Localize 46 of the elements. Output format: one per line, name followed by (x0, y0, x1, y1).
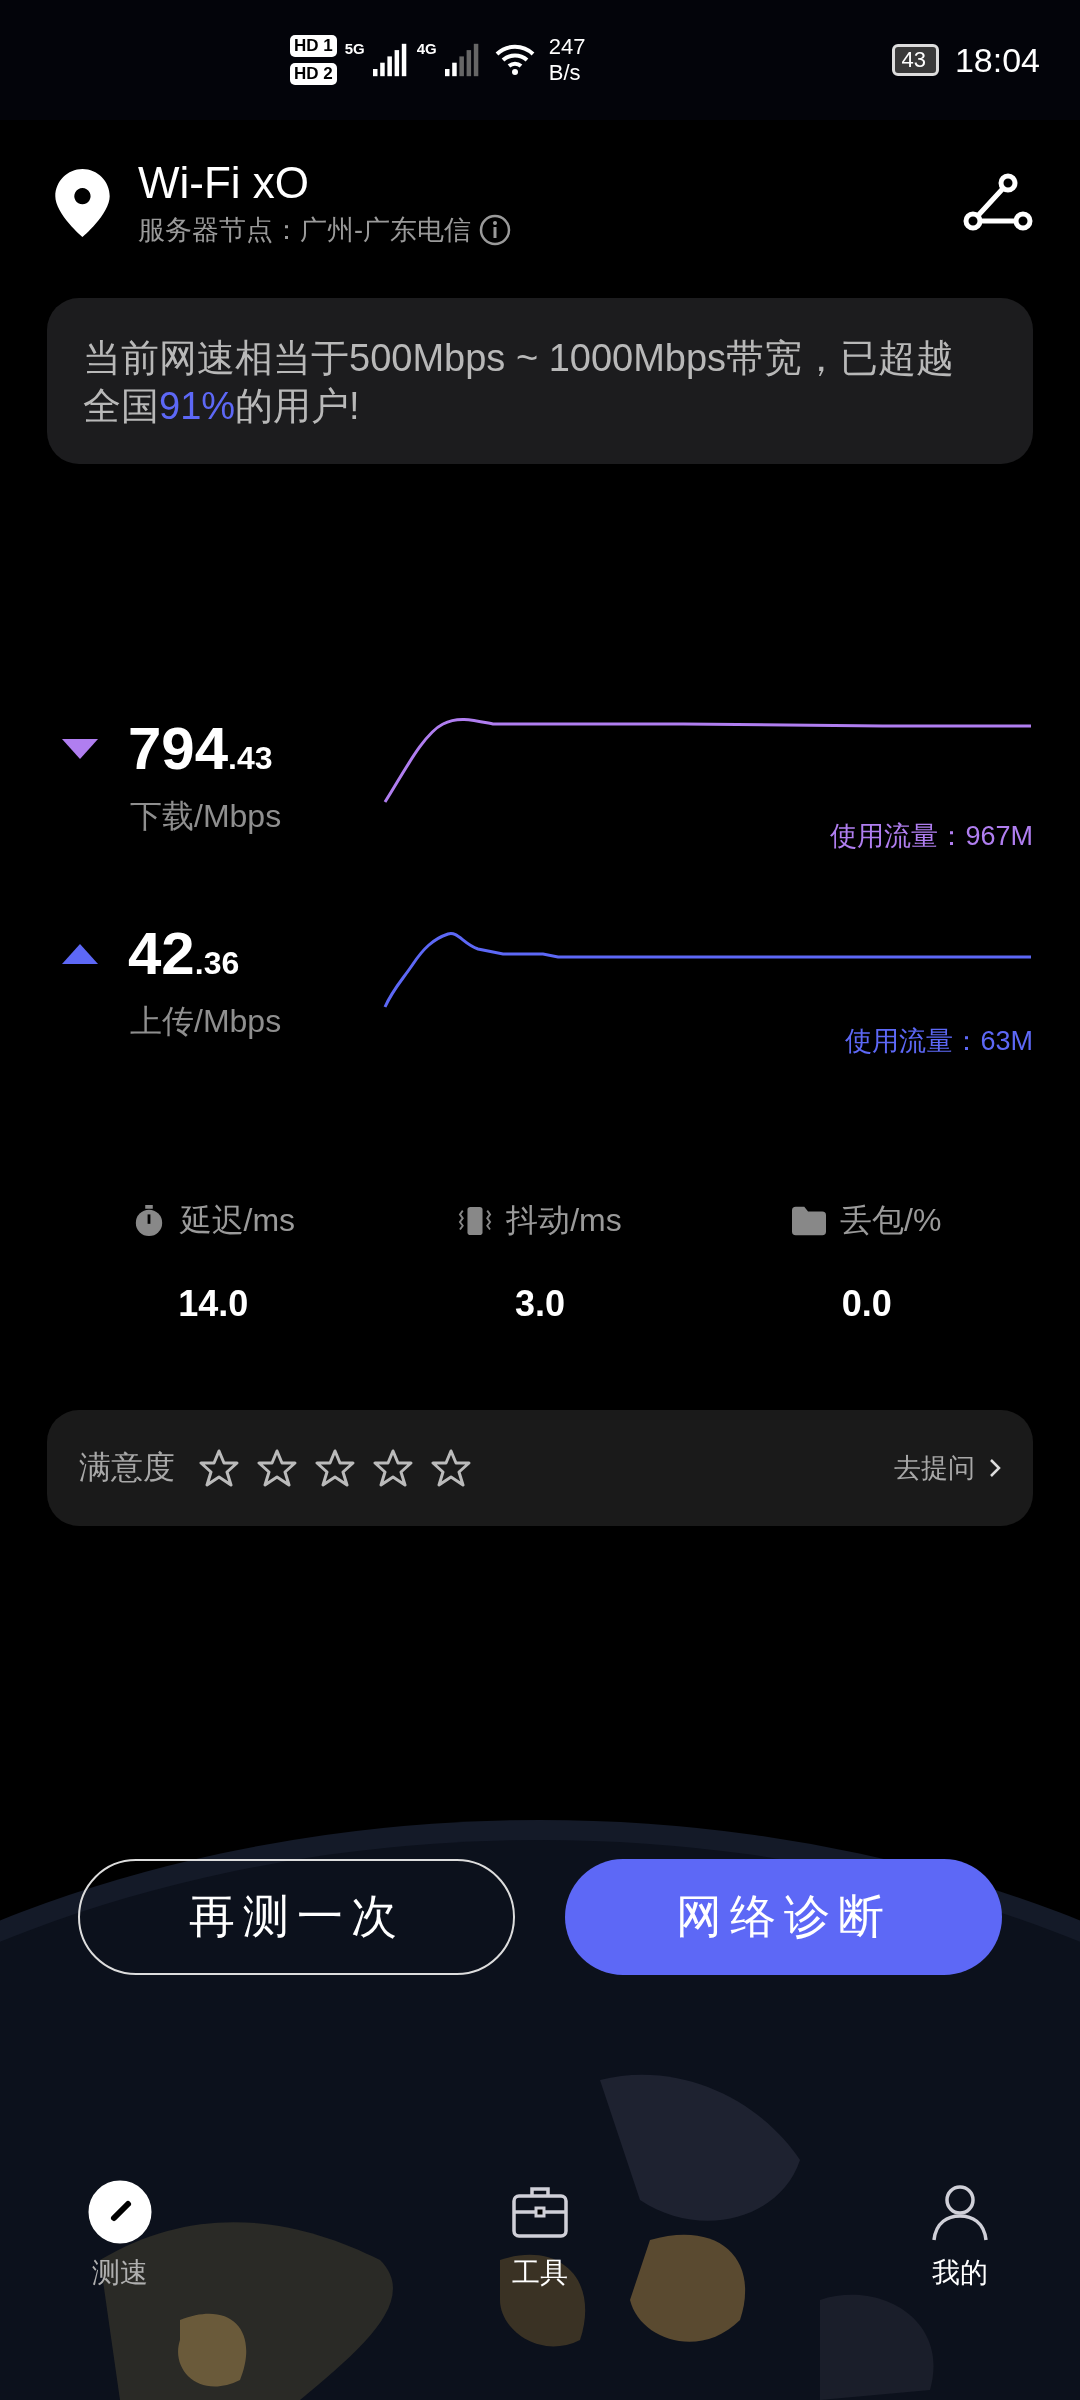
rating-label: 满意度 (79, 1448, 175, 1487)
metric-value: 3.0 (514, 1283, 565, 1325)
network-label: 5G (344, 40, 365, 57)
sim-badge: HD 2 (290, 63, 337, 85)
chevron-icon (989, 1458, 1001, 1478)
star-icon[interactable] (431, 1449, 471, 1487)
metric-value: 0.0 (841, 1283, 892, 1325)
speed-value: 42.36 (128, 919, 240, 988)
sim-badge: HD 1 (290, 35, 337, 57)
server-label: 服务器节点：广州-广东电信 (138, 214, 471, 247)
star-icon[interactable] (199, 1449, 239, 1487)
wifi-icon (494, 44, 535, 76)
network-speed: 247 (548, 34, 586, 60)
star-rating[interactable] (199, 1449, 471, 1487)
ask-question-link[interactable]: 去提问 (894, 1450, 1001, 1486)
speed-summary: 当前网速相当于500Mbps ~ 1000Mbps带宽，已超越全国91%的用户! (83, 336, 956, 429)
metric-label: 抖动/ms (506, 1201, 622, 1240)
nav-tab[interactable]: 测速 (0, 2180, 240, 2292)
network-speed-unit: B/s (548, 60, 582, 86)
location-pin-icon (55, 169, 110, 237)
diagnose-button[interactable]: 网络诊断 (565, 1859, 1002, 1975)
folder-icon (792, 1205, 826, 1237)
network-label: 4G (416, 40, 437, 57)
speedometer-icon (88, 2180, 152, 2244)
clock: 18:04 (954, 40, 1040, 80)
signal-icon (372, 43, 409, 77)
speed-value: 794.43 (128, 714, 273, 783)
signal-icon (444, 43, 481, 77)
speed-unit-label: 下载/Mbps (130, 797, 283, 836)
metric-value: 14.0 (178, 1283, 249, 1325)
nav-tab[interactable]: 工具 (360, 2180, 720, 2292)
star-icon[interactable] (373, 1449, 413, 1487)
vibration-icon (458, 1205, 493, 1237)
metric-label: 丢包/% (840, 1201, 942, 1240)
network-name: Wi-Fi xO (138, 158, 311, 208)
info-icon[interactable] (479, 214, 511, 246)
share-icon[interactable] (963, 173, 1033, 233)
speed-unit-label: 上传/Mbps (130, 1002, 283, 1041)
metric-label: 延迟/ms (179, 1201, 296, 1240)
star-icon[interactable] (257, 1449, 297, 1487)
nav-tab[interactable]: 我的 (840, 2180, 1080, 2292)
battery-indicator: 43 (892, 44, 939, 76)
data-usage: 使用流量：967M (830, 820, 1033, 853)
star-icon[interactable] (315, 1449, 355, 1487)
data-usage: 使用流量：63M (845, 1025, 1033, 1058)
retest-button[interactable]: 再测一次 (78, 1859, 515, 1975)
